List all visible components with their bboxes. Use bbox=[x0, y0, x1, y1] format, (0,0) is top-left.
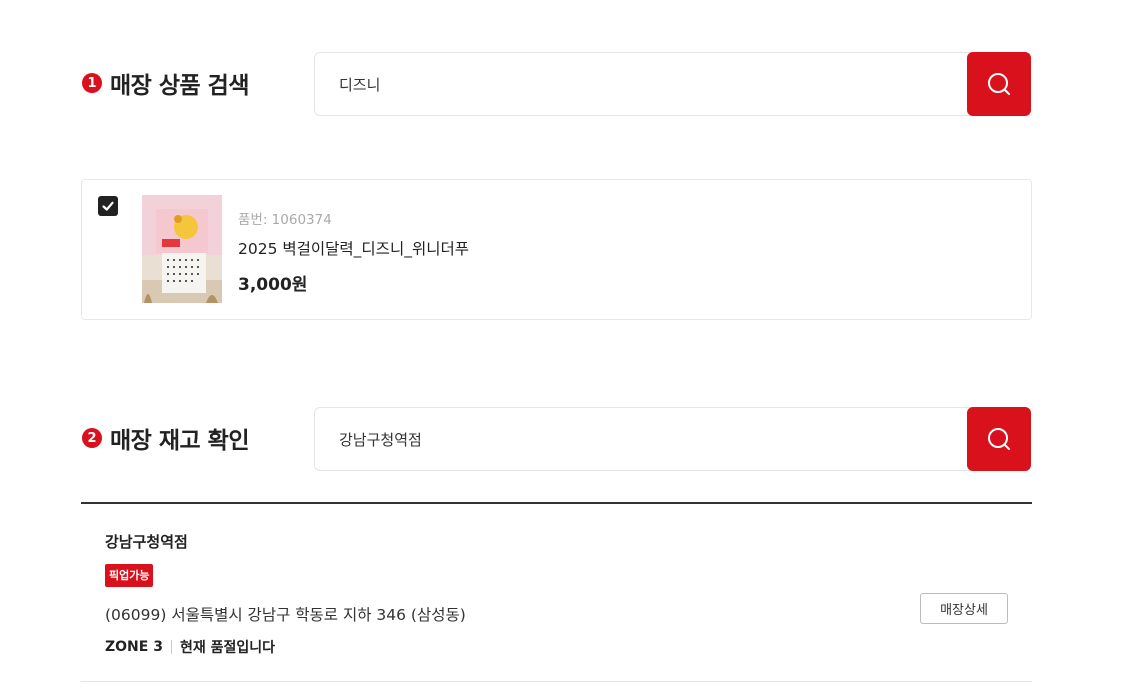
store-detail-button[interactable]: 매장상세 bbox=[920, 593, 1008, 624]
section-title-text: 매장 재고 확인 bbox=[110, 428, 249, 454]
section-title-product-search: 1 매장 상품 검색 bbox=[82, 66, 249, 100]
store-zone: ZONE 3 bbox=[105, 639, 163, 655]
product-name[interactable]: 2025 벽걸이달력_디즈니_위니더푸 bbox=[238, 237, 469, 259]
store-search-input[interactable] bbox=[339, 408, 939, 470]
section-title-store-stock: 2 매장 재고 확인 bbox=[82, 421, 249, 455]
check-icon bbox=[102, 201, 114, 211]
product-card: 품번: 1060374 2025 벽걸이달력_디즈니_위니더푸 3,000원 bbox=[81, 179, 1032, 320]
product-search-input[interactable] bbox=[339, 53, 939, 115]
store-address: (06099) 서울특별시 강남구 학동로 지하 346 (삼성동) bbox=[105, 606, 466, 624]
calendar-image bbox=[142, 195, 222, 303]
search-icon bbox=[988, 73, 1010, 95]
step-badge-1: 1 bbox=[82, 73, 102, 93]
section-title-text: 매장 상품 검색 bbox=[110, 73, 249, 99]
stock-status-line: ZONE 3 현재 품절입니다 bbox=[105, 637, 275, 657]
store-name: 강남구청역점 bbox=[105, 533, 188, 551]
store-search-button[interactable] bbox=[967, 407, 1031, 471]
product-code: 품번: 1060374 bbox=[238, 212, 332, 228]
results-divider-bottom bbox=[81, 681, 1032, 682]
results-divider-top bbox=[81, 502, 1032, 504]
product-price: 3,000원 bbox=[238, 275, 308, 295]
product-thumbnail[interactable] bbox=[142, 195, 222, 303]
product-checkbox[interactable] bbox=[98, 196, 118, 216]
product-search-box bbox=[314, 52, 1031, 116]
stock-separator bbox=[170, 640, 172, 654]
step-badge-2: 2 bbox=[82, 428, 102, 448]
stock-status: 현재 품절입니다 bbox=[179, 640, 275, 656]
pickup-available-badge: 픽업가능 bbox=[105, 564, 154, 587]
product-search-button[interactable] bbox=[967, 52, 1031, 116]
search-icon bbox=[988, 428, 1010, 450]
store-search-box bbox=[314, 407, 1031, 471]
